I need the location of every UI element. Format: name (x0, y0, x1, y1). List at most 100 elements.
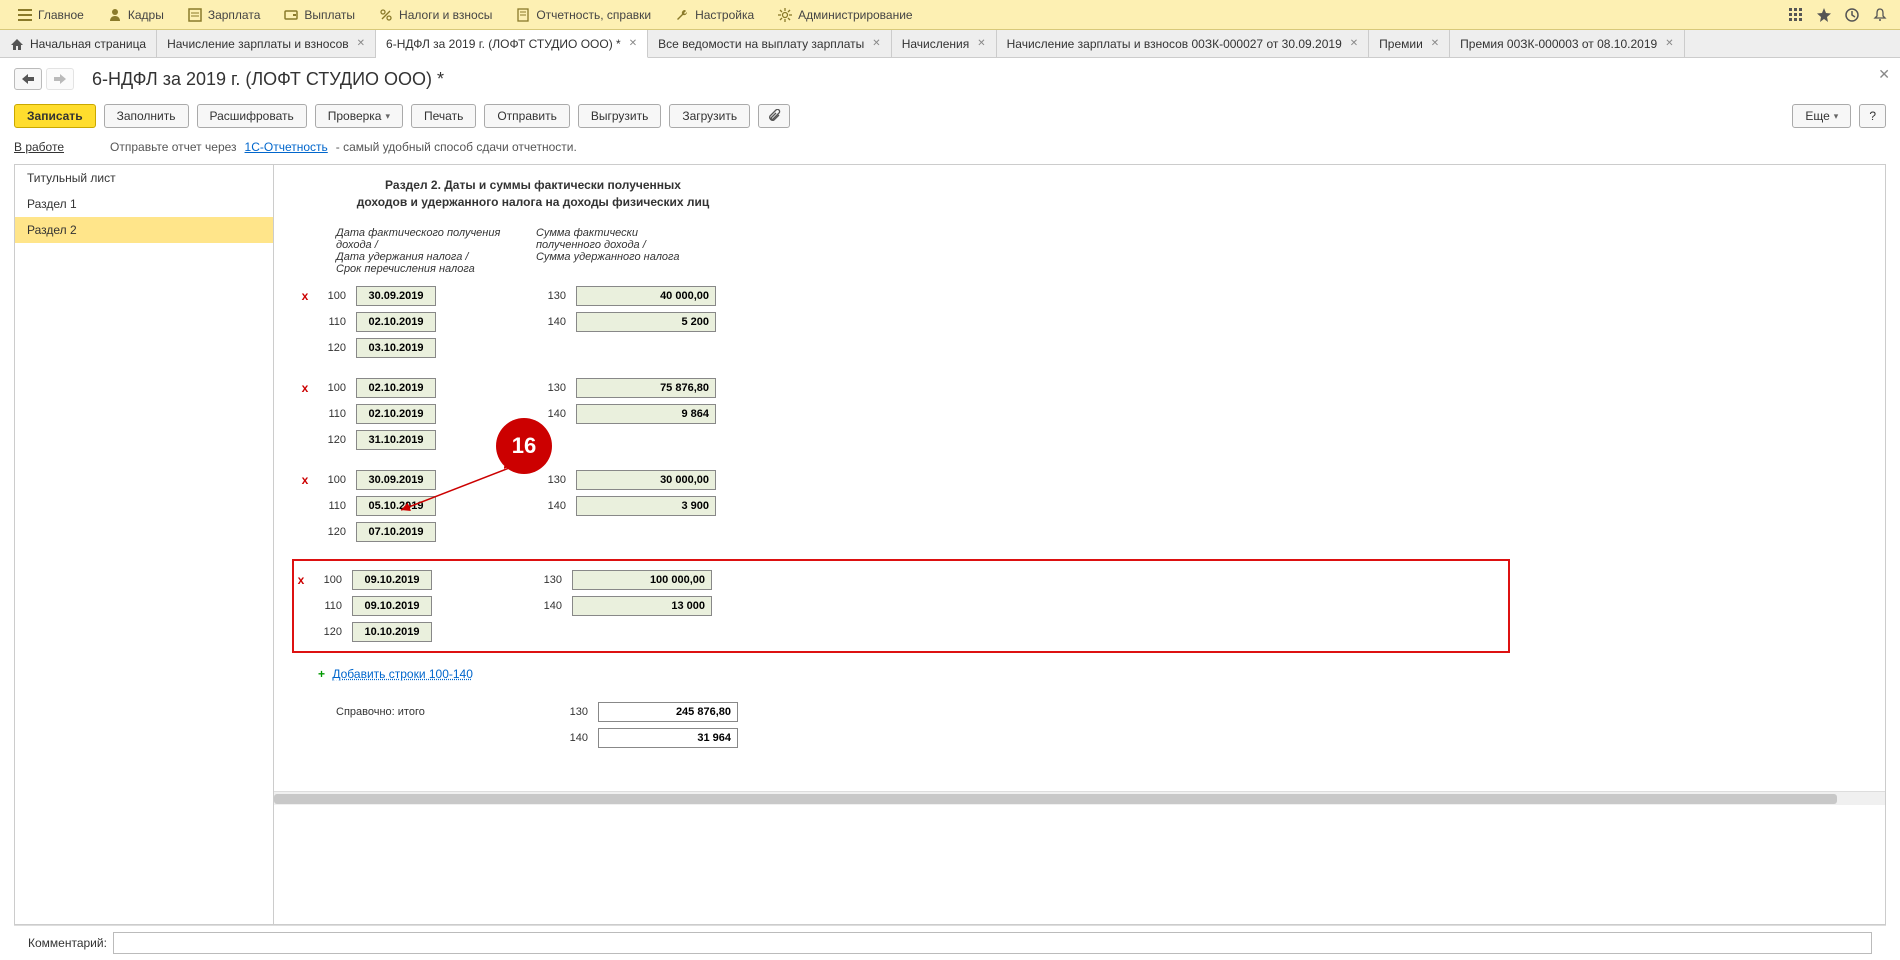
date-120-input[interactable] (356, 338, 436, 358)
menu-otchet-label: Отчетность, справки (536, 8, 651, 22)
section-title: Раздел 2. Даты и суммы фактически получе… (318, 177, 748, 211)
sidenav-razdel2[interactable]: Раздел 2 (15, 217, 273, 243)
close-icon[interactable]: ✕ (1431, 38, 1439, 49)
menu-otchet[interactable]: Отчетность, справки (504, 0, 663, 29)
total-130-input[interactable] (598, 702, 738, 722)
footer: Комментарий: (14, 925, 1886, 960)
close-icon[interactable]: ✕ (872, 38, 880, 49)
tab-4[interactable]: Начисления✕ (892, 30, 997, 57)
write-button[interactable]: Записать (14, 104, 96, 128)
close-page-icon[interactable]: ✕ (1878, 66, 1890, 83)
code-140: 140 (446, 316, 566, 328)
menu-main-label: Главное (38, 8, 84, 22)
tabs-bar: Начальная страница Начисление зарплаты и… (0, 30, 1900, 58)
date-100-input[interactable] (352, 570, 432, 590)
date-110-input[interactable] (356, 312, 436, 332)
menu-icon (18, 8, 32, 22)
code-100: 100 (322, 290, 346, 302)
sum-130-input[interactable] (572, 570, 712, 590)
help-button[interactable]: ? (1859, 104, 1886, 128)
sum-130-input[interactable] (576, 470, 716, 490)
menu-admin[interactable]: Администрирование (766, 0, 924, 29)
decrypt-button[interactable]: Расшифровать (197, 104, 307, 128)
date-120-input[interactable] (356, 430, 436, 450)
tab-7[interactable]: Премия 00ЗК-000003 от 08.10.2019✕ (1450, 30, 1684, 57)
add-rows-line: + Добавить строки 100-140 (318, 667, 1510, 681)
tab-5[interactable]: Начисление зарплаты и взносов 00ЗК-00002… (997, 30, 1370, 57)
back-button[interactable] (14, 68, 42, 90)
bell-icon[interactable] (1866, 1, 1894, 29)
sum-140-input[interactable] (576, 404, 716, 424)
send-button[interactable]: Отправить (484, 104, 570, 128)
import-button[interactable]: Загрузить (669, 104, 750, 128)
close-icon[interactable]: ✕ (629, 38, 637, 49)
delete-row-icon[interactable]: x (298, 381, 312, 395)
add-rows-link[interactable]: Добавить строки 100-140 (332, 667, 473, 681)
sum-140-input[interactable] (576, 312, 716, 332)
sum-130-input[interactable] (576, 286, 716, 306)
document-pane: Раздел 2. Даты и суммы фактически получе… (274, 164, 1886, 925)
close-icon[interactable]: ✕ (1665, 38, 1673, 49)
more-button[interactable]: Еще (1792, 104, 1851, 128)
menu-nalogi[interactable]: Налоги и взносы (367, 0, 504, 29)
date-110-input[interactable] (356, 404, 436, 424)
tab-1[interactable]: Начисление зарплаты и взносов✕ (157, 30, 376, 57)
close-icon[interactable]: ✕ (357, 38, 365, 49)
report-link[interactable]: 1С-Отчетность (245, 140, 328, 154)
code-140: 140 (446, 408, 566, 420)
home-icon (10, 37, 24, 51)
status-label[interactable]: В работе (14, 140, 64, 154)
code-120: 120 (322, 342, 346, 354)
tab-6[interactable]: Премии✕ (1369, 30, 1450, 57)
code-130: 130 (464, 706, 588, 718)
menu-kadry[interactable]: Кадры (96, 0, 176, 29)
code-120: 120 (322, 434, 346, 446)
person-icon (108, 8, 122, 22)
delete-row-icon[interactable]: x (298, 289, 312, 303)
forward-button[interactable] (46, 68, 74, 90)
check-button[interactable]: Проверка (315, 104, 403, 128)
data-block: x 100 130 x 110 140 x 120 (298, 283, 1510, 361)
sum-140-input[interactable] (576, 496, 716, 516)
menu-vyplaty[interactable]: Выплаты (272, 0, 367, 29)
code-100: 100 (322, 474, 346, 486)
percent-icon (379, 8, 393, 22)
sum-140-input[interactable] (572, 596, 712, 616)
apps-icon[interactable] (1782, 1, 1810, 29)
date-100-input[interactable] (356, 286, 436, 306)
menu-nastroyka-label: Настройка (695, 8, 754, 22)
horizontal-scrollbar[interactable] (274, 791, 1885, 805)
date-100-input[interactable] (356, 378, 436, 398)
date-110-input[interactable] (352, 596, 432, 616)
menu-zarplata[interactable]: Зарплата (176, 0, 273, 29)
delete-row-icon[interactable]: x (298, 473, 312, 487)
delete-row-icon[interactable]: x (294, 573, 308, 587)
total-140-input[interactable] (598, 728, 738, 748)
menu-nastroyka[interactable]: Настройка (663, 0, 766, 29)
export-button[interactable]: Выгрузить (578, 104, 662, 128)
star-icon[interactable] (1810, 1, 1838, 29)
sidenav-title[interactable]: Титульный лист (15, 165, 273, 191)
tab-3[interactable]: Все ведомости на выплату зарплаты✕ (648, 30, 892, 57)
close-icon[interactable]: ✕ (977, 38, 985, 49)
print-button[interactable]: Печать (411, 104, 476, 128)
menu-main[interactable]: Главное (6, 0, 96, 29)
fill-button[interactable]: Заполнить (104, 104, 189, 128)
date-120-input[interactable] (352, 622, 432, 642)
tab-home[interactable]: Начальная страница (0, 30, 157, 57)
gear-icon (778, 8, 792, 22)
menu-kadry-label: Кадры (128, 8, 164, 22)
status-line: В работе Отправьте отчет через 1С-Отчетн… (14, 140, 1886, 154)
list-icon (188, 8, 202, 22)
sum-130-input[interactable] (576, 378, 716, 398)
menu-admin-label: Администрирование (798, 8, 912, 22)
code-100: 100 (318, 574, 342, 586)
comment-input[interactable] (113, 932, 1872, 954)
sidenav-razdel1[interactable]: Раздел 1 (15, 191, 273, 217)
attach-button[interactable] (758, 104, 790, 128)
history-icon[interactable] (1838, 1, 1866, 29)
tab-2-active[interactable]: 6-НДФЛ за 2019 г. (ЛОФТ СТУДИО ООО) *✕ (376, 30, 648, 58)
tab-home-label: Начальная страница (30, 37, 146, 51)
close-icon[interactable]: ✕ (1350, 38, 1358, 49)
page-title: 6-НДФЛ за 2019 г. (ЛОФТ СТУДИО ООО) * (92, 69, 444, 90)
